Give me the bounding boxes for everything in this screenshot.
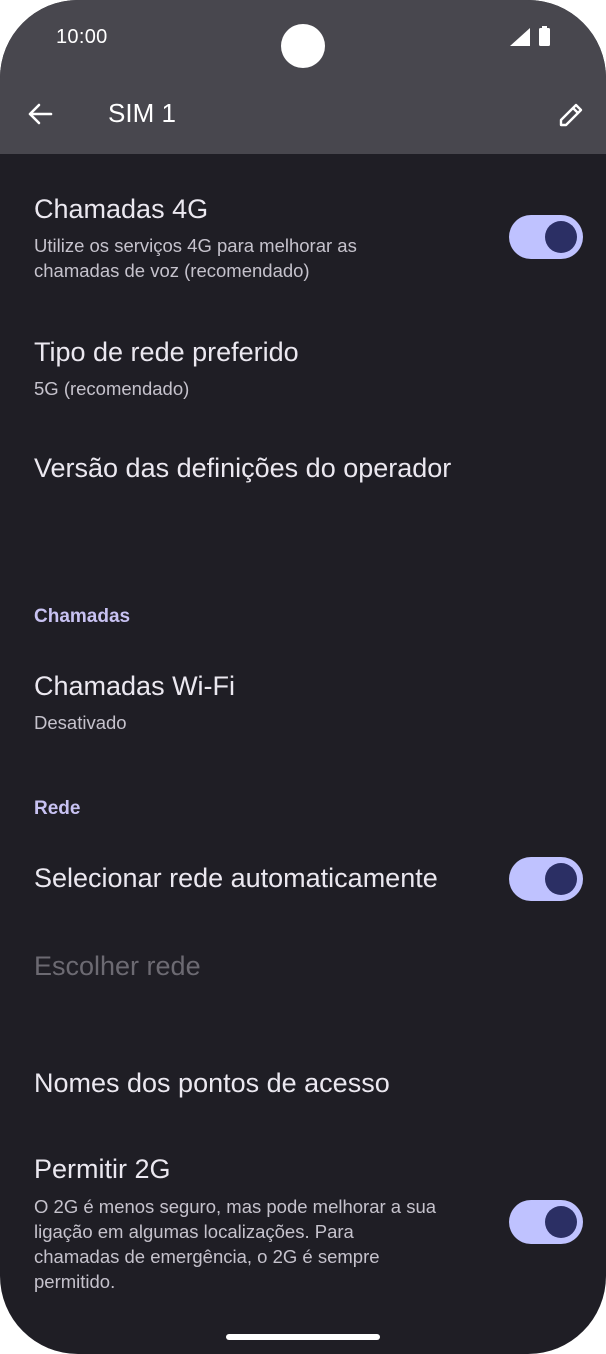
page-title: SIM 1 <box>108 98 176 128</box>
section-header-network: Rede <box>34 798 81 819</box>
volte-toggle[interactable] <box>509 215 583 259</box>
home-indicator[interactable] <box>226 1334 380 1340</box>
pencil-icon[interactable] <box>552 96 590 134</box>
wifi-calling-title: Chamadas Wi-Fi <box>34 671 236 701</box>
network-type-title: Tipo de rede preferido <box>34 337 299 367</box>
choose-network-title: Escolher rede <box>34 951 201 981</box>
toggle-knob <box>545 863 577 895</box>
battery-icon <box>539 26 550 46</box>
status-bar: 10:00 <box>0 0 606 76</box>
wifi-calling-subtitle: Desativado <box>34 712 127 733</box>
allow-2g-title: Permitir 2G <box>34 1154 171 1184</box>
volte-title: Chamadas 4G <box>34 194 209 224</box>
toggle-knob <box>545 1206 577 1238</box>
auto-network-toggle[interactable] <box>509 857 583 901</box>
allow-2g-subtitle: O 2G é menos seguro, mas pode melhorar a… <box>34 1196 437 1292</box>
apn-title: Nomes dos pontos de acesso <box>34 1068 390 1098</box>
toggle-knob <box>545 221 577 253</box>
section-header-calls: Chamadas <box>34 606 131 627</box>
status-time: 10:00 <box>56 26 108 48</box>
allow-2g-toggle[interactable] <box>509 1200 583 1244</box>
app-bar: SIM 1 <box>0 76 606 154</box>
arrow-back-icon[interactable] <box>22 96 58 132</box>
camera-cutout <box>281 24 325 68</box>
signal-icon <box>510 28 530 46</box>
volte-subtitle: Utilize os serviços 4G para melhorar as … <box>34 235 357 281</box>
auto-network-title: Selecionar rede automaticamente <box>34 863 438 893</box>
carrier-version-title: Versão das definições do operador <box>34 453 452 483</box>
network-type-subtitle: 5G (recomendado) <box>34 378 190 399</box>
phone-screen: 10:00 SIM 1 Chamadas 4G Utilize os servi… <box>0 0 606 1354</box>
